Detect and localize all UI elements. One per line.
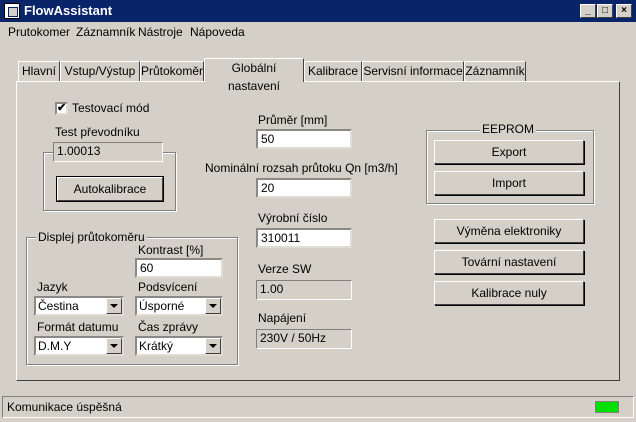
test-mode-label: Testovací mód <box>72 101 150 115</box>
chevron-down-icon[interactable] <box>106 298 122 314</box>
minimize-button[interactable]: _ <box>580 4 596 18</box>
maximize-button[interactable]: □ <box>597 4 613 18</box>
status-text: Komunikace úspěšná <box>7 400 122 414</box>
zero-calibration-button[interactable]: Kalibrace nuly <box>434 281 584 305</box>
title-bar: FlowAssistant _ □ × <box>0 0 636 22</box>
serial-number-input[interactable]: 310011 <box>256 228 352 248</box>
date-format-select-value: D.M.Y <box>38 339 72 353</box>
converter-test-label: Test převodníku <box>55 125 140 139</box>
nominal-range-input[interactable]: 20 <box>256 178 352 198</box>
nominal-range-label: Nominální rozsah průtoku Qn [m3/h] <box>205 161 398 175</box>
close-button[interactable]: × <box>616 4 632 18</box>
export-button[interactable]: Export <box>434 140 584 164</box>
factory-settings-button[interactable]: Tovární nastavení <box>434 250 584 274</box>
tab-zaznamnik[interactable]: Záznamník <box>464 61 526 81</box>
backlight-select-value: Úsporné <box>139 299 185 313</box>
chevron-down-icon[interactable] <box>106 338 122 354</box>
replace-electronics-button[interactable]: Výměna elektroniky <box>434 219 584 243</box>
status-bar: Komunikace úspěšná <box>2 396 634 418</box>
diameter-input[interactable]: 50 <box>256 129 352 149</box>
menu-napoveda[interactable]: Nápoveda <box>190 25 245 39</box>
sw-version-value: 1.00 <box>256 280 352 300</box>
message-time-select[interactable]: Krátký <box>135 336 223 356</box>
display-group-title: Displej průtokoměru <box>36 230 147 244</box>
backlight-label: Podsvícení <box>138 280 198 294</box>
connection-status-led-icon <box>595 401 619 413</box>
menu-nastroje[interactable]: Nástroje <box>138 25 183 39</box>
sw-version-label: Verze SW <box>258 262 312 276</box>
eeprom-group-title: EEPROM <box>480 122 537 136</box>
backlight-select[interactable]: Úsporné <box>135 296 223 316</box>
tab-kalibrace[interactable]: Kalibrace <box>304 61 362 81</box>
language-select[interactable]: Čestina <box>34 296 124 316</box>
import-button[interactable]: Import <box>434 171 584 195</box>
menu-prutokomer[interactable]: Prutokomer <box>8 25 70 39</box>
message-time-label: Čas zprávy <box>138 320 199 334</box>
chevron-down-icon[interactable] <box>205 338 221 354</box>
power-label: Napájení <box>258 311 307 325</box>
tab-globalni-nastaveni[interactable]: Globální nastavení <box>204 58 304 93</box>
chevron-down-icon[interactable] <box>205 298 221 314</box>
autocalibration-button[interactable]: Autokalibrace <box>56 176 164 202</box>
date-format-select[interactable]: D.M.Y <box>34 336 124 356</box>
tab-vstup-vystup[interactable]: Vstup/Výstup <box>60 61 140 81</box>
app-icon <box>4 3 20 19</box>
tab-servisni-informace[interactable]: Servisní informace <box>362 61 464 81</box>
power-value: 230V / 50Hz <box>256 329 352 349</box>
test-mode-checkbox[interactable]: ✔ <box>55 102 68 115</box>
contrast-label: Kontrast [%] <box>138 243 204 257</box>
language-select-value: Čestina <box>38 299 79 313</box>
converter-test-value: 1.00013 <box>53 142 163 162</box>
window-title: FlowAssistant <box>24 3 113 18</box>
tab-hlavni[interactable]: Hlavní <box>18 61 60 81</box>
contrast-input[interactable]: 60 <box>135 258 223 278</box>
language-label: Jazyk <box>37 280 68 294</box>
menu-zaznamnik[interactable]: Záznamník <box>76 25 135 39</box>
serial-number-label: Výrobní číslo <box>258 211 328 225</box>
menu-bar: Prutokomer Záznamník Nástroje Nápoveda <box>0 22 636 41</box>
diameter-label: Průměr [mm] <box>258 113 328 127</box>
message-time-select-value: Krátký <box>139 339 174 353</box>
date-format-label: Formát datumu <box>37 320 119 334</box>
tab-prutokomer[interactable]: Průtokoměr <box>140 61 204 81</box>
